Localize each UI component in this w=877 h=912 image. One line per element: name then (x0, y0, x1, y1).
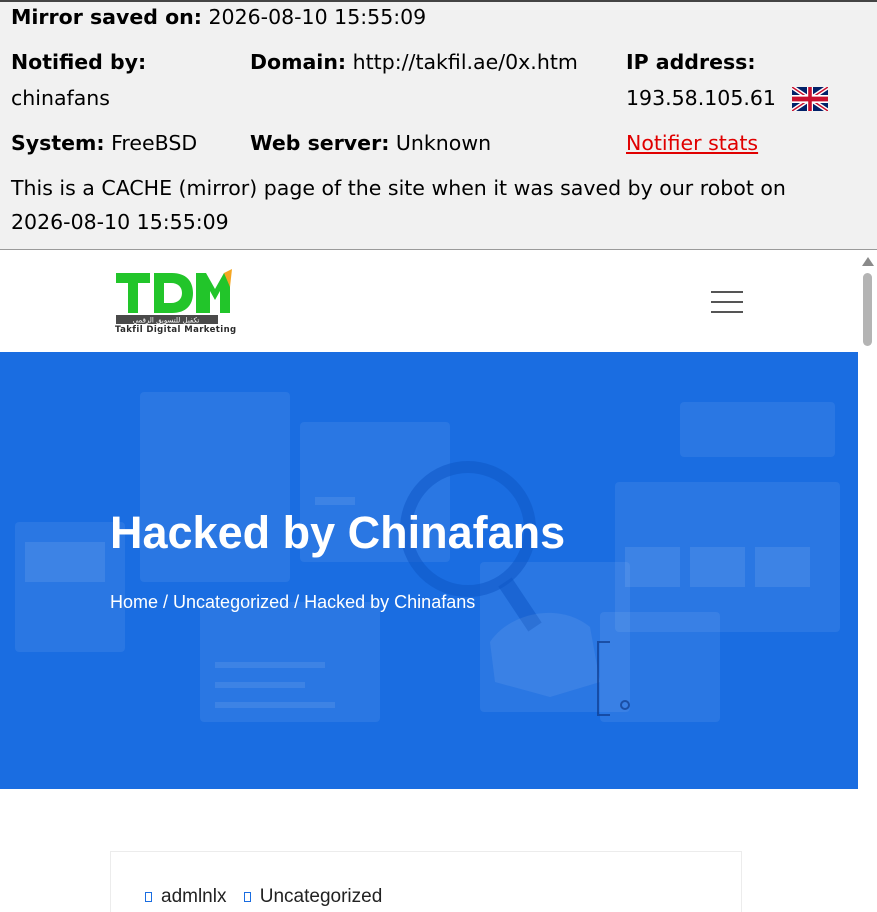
mirror-info-header: Mirror saved on: 2026-08-10 15:55:09 Not… (0, 0, 877, 250)
breadcrumb-current: Hacked by Chinafans (304, 592, 476, 612)
cache-notice-line1: This is a CACHE (mirror) page of the sit… (11, 176, 786, 200)
page-title: Hacked by Chinafans (110, 507, 566, 558)
cache-notice-line2: 2026-08-10 15:55:09 (11, 210, 229, 234)
notified-by-label: Notified by: (11, 50, 147, 74)
mirror-saved-row: Mirror saved on: 2026-08-10 15:55:09 (11, 5, 426, 29)
ip-address-label: IP address: (626, 50, 756, 74)
post-meta: admlnlx Uncategorized (145, 886, 394, 908)
domain-label: Domain: (250, 50, 347, 74)
breadcrumb-home-link[interactable]: Home (110, 592, 158, 612)
breadcrumb-separator: / (289, 592, 305, 612)
breadcrumb: Home / Uncategorized / Hacked by Chinafa… (110, 592, 475, 613)
svg-text:تكفيل للتسويق الرقمي: تكفيل للتسويق الرقمي (133, 317, 200, 325)
notifier-stats-link[interactable]: Notifier stats (626, 131, 758, 155)
notified-by-value: chinafans (11, 86, 110, 110)
post-category[interactable]: Uncategorized (243, 886, 383, 907)
hamburger-menu-icon[interactable] (711, 289, 743, 315)
notifier-stats-row: Notifier stats (626, 131, 758, 155)
mirror-saved-label: Mirror saved on: (11, 5, 202, 29)
logo-subtitle: Takfil Digital Marketing (115, 325, 237, 335)
domain-value: http://takfil.ae/0x.htm (352, 50, 578, 74)
post-author[interactable]: admlnlx (145, 886, 232, 907)
web-server-label: Web server: (250, 131, 390, 155)
ip-address-value: 193.58.105.61 (626, 86, 776, 110)
vertical-scrollbar[interactable] (858, 251, 877, 912)
scrollbar-thumb[interactable] (863, 273, 872, 346)
system-value: FreeBSD (111, 131, 198, 155)
hero-background-illustration (15, 392, 840, 722)
domain-row: Domain: http://takfil.ae/0x.htm (250, 50, 578, 74)
post-content-area: admlnlx Uncategorized (0, 789, 858, 912)
folder-icon (243, 891, 251, 902)
system-row: System: FreeBSD (11, 131, 197, 155)
mirror-saved-value: 2026-08-10 15:55:09 (208, 5, 427, 29)
hero-banner: Hacked by Chinafans Home / Uncategorized… (0, 352, 858, 789)
web-server-row: Web server: Unknown (250, 131, 491, 155)
mirrored-site-frame: تكفيل للتسويق الرقمي Takfil Digital Mark… (0, 251, 877, 912)
scroll-up-arrow-icon[interactable] (862, 257, 874, 266)
uk-flag-icon (792, 87, 828, 111)
post-author-name: admlnlx (161, 886, 227, 907)
site-navbar: تكفيل للتسويق الرقمي Takfil Digital Mark… (0, 251, 858, 352)
web-server-value: Unknown (395, 131, 492, 155)
breadcrumb-separator: / (158, 592, 174, 612)
post-category-name: Uncategorized (259, 886, 383, 907)
breadcrumb-category-link[interactable]: Uncategorized (173, 592, 289, 612)
system-label: System: (11, 131, 105, 155)
post-card: admlnlx Uncategorized (110, 851, 742, 912)
user-icon (145, 891, 152, 902)
